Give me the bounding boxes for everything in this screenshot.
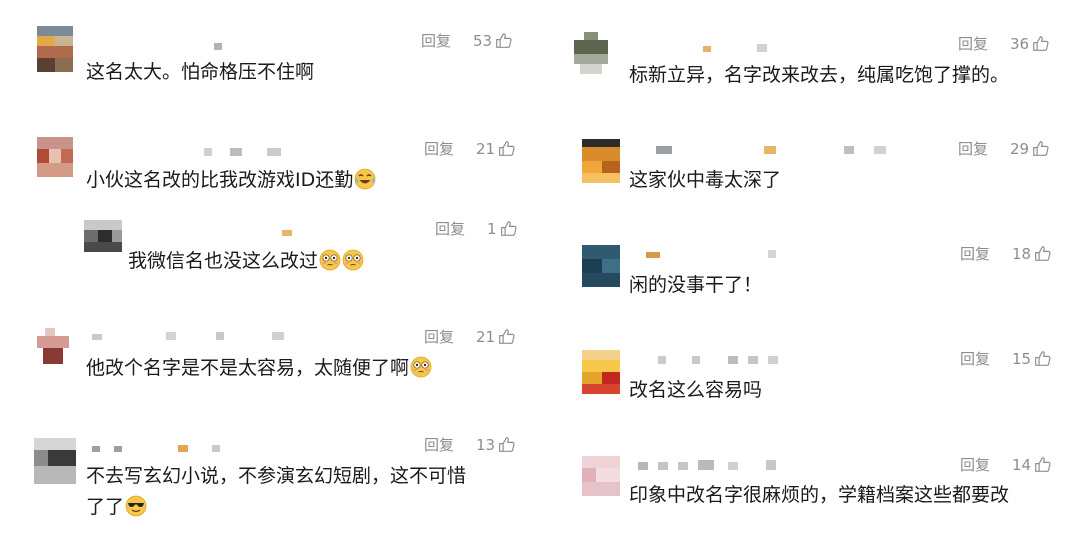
comment-text: 不去写玄幻小说，不参演玄幻短剧，这不可惜 [86, 465, 467, 487]
avatar[interactable] [582, 456, 620, 496]
like-count: 14 [1012, 455, 1032, 474]
comment-item: 回复 13 不去写玄幻小说，不参演玄幻短剧，这不可惜 了了 [0, 0, 540, 540]
username-blurred[interactable] [92, 438, 332, 452]
reply-button[interactable]: 回复 [424, 434, 454, 455]
comment-text: 印象中改名字很麻烦的，学籍档案这些都要改 [629, 484, 1010, 506]
avatar[interactable] [34, 438, 76, 484]
thumbs-up-icon[interactable] [1034, 456, 1051, 473]
comment-text-line2: 了了 [86, 492, 147, 522]
comment-actions: 回复 13 [424, 434, 515, 455]
username-blurred[interactable] [638, 456, 858, 470]
comment-actions: 回复 14 [960, 454, 1051, 475]
reply-button[interactable]: 回复 [960, 454, 990, 475]
like-count: 13 [476, 435, 496, 454]
sunglasses-emoji [125, 495, 147, 517]
thumbs-up-icon[interactable] [498, 436, 515, 453]
comment-item: 回复 14 印象中改名字很麻烦的，学籍档案这些都要改 [540, 0, 1080, 540]
